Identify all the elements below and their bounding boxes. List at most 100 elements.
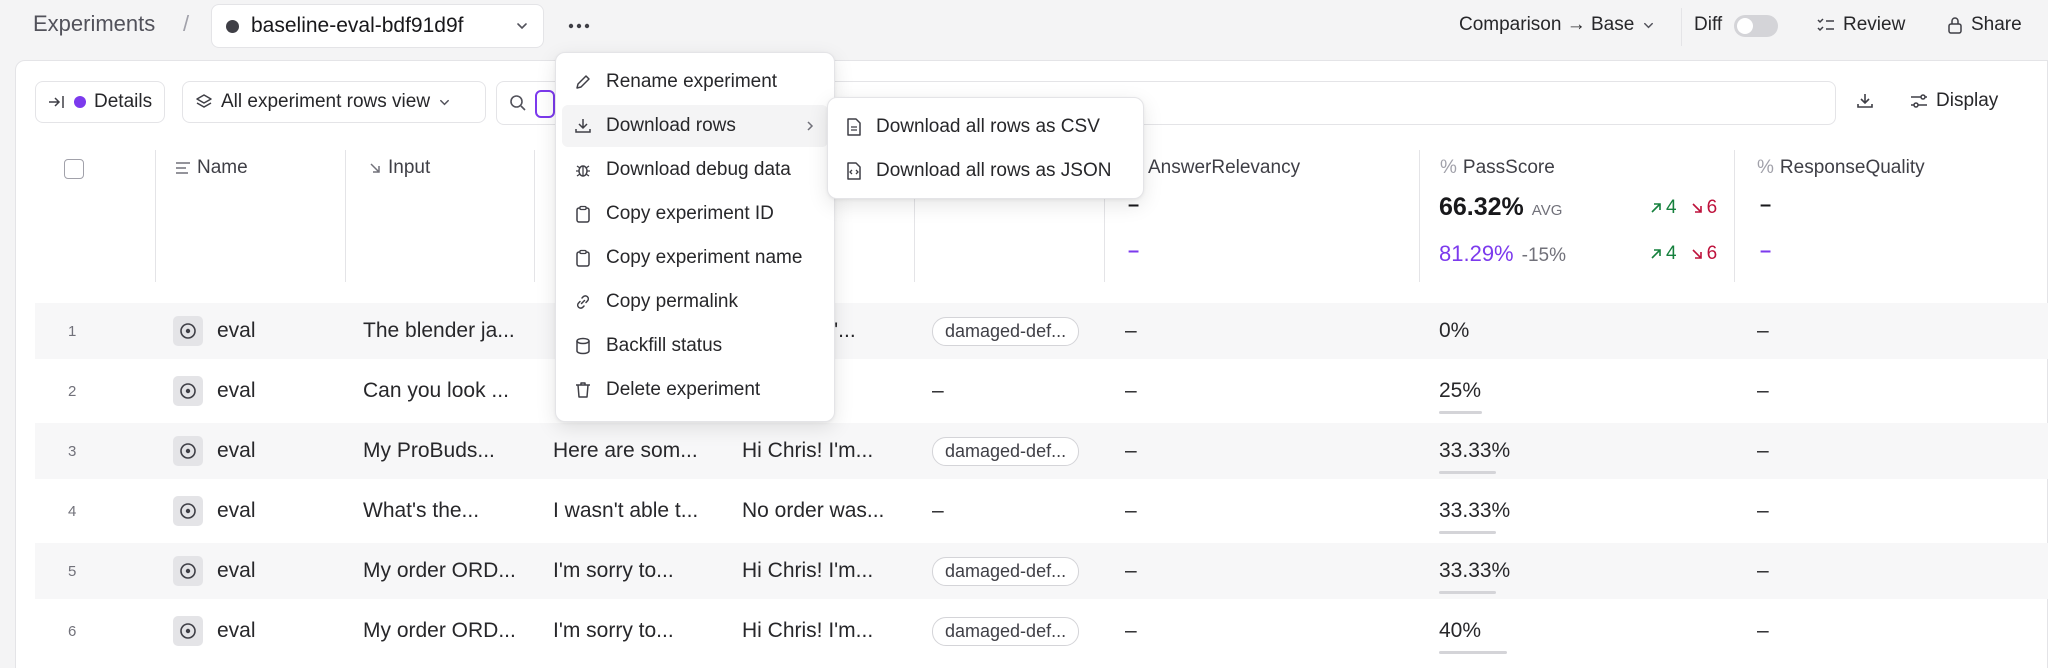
breadcrumb-experiments-link[interactable]: Experiments bbox=[33, 11, 155, 37]
menu-item-copy-permalink[interactable]: Copy permalink bbox=[562, 281, 828, 323]
table-row[interactable]: 4 What's the... I wasn't able t... No order… bbox=[35, 483, 2048, 539]
bug-icon bbox=[574, 161, 592, 179]
menu-item-label: Download all rows as CSV bbox=[876, 116, 1100, 137]
layers-icon bbox=[195, 93, 213, 111]
name-cell: eval bbox=[173, 483, 256, 539]
link-icon bbox=[574, 293, 592, 311]
tags-cell: damaged-def... bbox=[932, 543, 1080, 599]
menu-item-download-rows[interactable]: Download rows bbox=[562, 105, 828, 147]
comparison-selector[interactable]: Comparison → Base bbox=[1459, 14, 1655, 36]
database-icon bbox=[574, 337, 592, 355]
column-divider bbox=[345, 150, 346, 282]
answer-relevancy-cell: – bbox=[1125, 439, 1137, 462]
name-label: eval bbox=[217, 319, 256, 342]
output-cell: Hi Chris! I'm... bbox=[742, 439, 874, 462]
pass-score-compare-summary: 81.29% -15% bbox=[1439, 241, 1566, 267]
tags-cell: damaged-def... bbox=[932, 603, 1080, 659]
menu-item-copy-id[interactable]: Copy experiment ID bbox=[562, 193, 828, 235]
response-quality-cell: – bbox=[1757, 559, 1769, 582]
input-cell: Can you look ... bbox=[363, 379, 509, 402]
lock-icon bbox=[1947, 16, 1963, 34]
column-header-name[interactable]: Name bbox=[175, 157, 248, 179]
download-icon[interactable] bbox=[1856, 92, 1874, 110]
table-row[interactable]: 6 My order ORD... I'm sorry to... Hi Chris!… bbox=[35, 603, 2048, 659]
input-cell: My order ORD... bbox=[363, 619, 516, 642]
answer-relevancy-compare-summary: – bbox=[1128, 240, 1140, 262]
experiment-selector[interactable]: baseline-eval-bdf91d9f bbox=[211, 4, 544, 48]
table-row[interactable]: 2Can you look ......, but I...–25%–eval– bbox=[35, 363, 2048, 419]
improvements-count: 4 bbox=[1666, 197, 1677, 218]
menu-item-label: Copy permalink bbox=[606, 291, 738, 312]
column-divider bbox=[534, 150, 535, 282]
experiment-color-dot bbox=[74, 96, 86, 108]
view-selector[interactable]: All experiment rows view bbox=[182, 81, 486, 123]
response-quality-cell: – bbox=[1757, 379, 1769, 402]
review-button[interactable]: Review bbox=[1817, 14, 1905, 36]
name-cell: eval bbox=[173, 423, 256, 479]
column-header-answer-relevancy-label: AnswerRelevancy bbox=[1148, 157, 1301, 178]
clipboard-icon bbox=[574, 205, 592, 223]
pass-score-base-value: 66.32% bbox=[1439, 193, 1524, 221]
empty-value: – bbox=[932, 379, 944, 402]
checklist-icon bbox=[1817, 17, 1835, 33]
menu-item-download-debug[interactable]: Download debug data bbox=[562, 149, 828, 191]
menu-item-download-json[interactable]: Download all rows as JSON bbox=[834, 150, 1137, 192]
column-header-name-label: Name bbox=[197, 157, 248, 178]
tags-cell: – bbox=[932, 363, 944, 419]
menu-item-copy-name[interactable]: Copy experiment name bbox=[562, 237, 828, 279]
download-icon bbox=[574, 117, 592, 135]
menu-item-delete[interactable]: Delete experiment bbox=[562, 369, 828, 411]
comparison-label: Comparison → Base bbox=[1459, 14, 1635, 35]
expected-cell: I'm sorry to... bbox=[553, 619, 674, 642]
name-cell: eval bbox=[173, 543, 256, 599]
table-row[interactable]: 5 My order ORD... I'm sorry to... Hi Chris!… bbox=[35, 543, 2048, 599]
column-header-pass-score[interactable]: % PassScore bbox=[1440, 157, 1555, 179]
response-quality-cell: – bbox=[1757, 319, 1769, 342]
share-button[interactable]: Share bbox=[1947, 14, 2022, 36]
column-header-answer-relevancy[interactable]: AnswerRelevancy bbox=[1148, 157, 1300, 179]
column-header-response-quality[interactable]: % ResponseQuality bbox=[1757, 157, 1925, 179]
more-options-button[interactable] bbox=[563, 10, 595, 42]
row-number: 4 bbox=[68, 502, 77, 520]
expected-cell: I wasn't able t... bbox=[553, 499, 699, 522]
regressions-count: 6 bbox=[1706, 197, 1718, 218]
menu-item-label: Download debug data bbox=[606, 159, 791, 180]
display-button[interactable]: Display bbox=[1910, 90, 1998, 112]
column-header-input[interactable]: Input bbox=[368, 157, 430, 179]
arrow-up-right-icon bbox=[1650, 248, 1662, 260]
tags-cell: damaged-def... bbox=[932, 423, 1080, 479]
empty-value: – bbox=[932, 499, 944, 522]
name-cell: eval bbox=[173, 303, 256, 359]
chevron-down-icon bbox=[515, 19, 529, 33]
pass-score-bar bbox=[1439, 471, 1496, 474]
chevron-down-icon bbox=[1642, 19, 1655, 32]
select-all-checkbox[interactable] bbox=[64, 159, 84, 179]
divider bbox=[1681, 8, 1682, 46]
answer-relevancy-cell: – bbox=[1125, 319, 1137, 342]
percent-icon: % bbox=[1757, 157, 1774, 178]
name-label: eval bbox=[217, 559, 256, 582]
menu-item-label: Rename experiment bbox=[606, 71, 778, 92]
arrow-down-right-icon bbox=[1691, 248, 1703, 260]
column-divider bbox=[1734, 150, 1735, 282]
column-header-input-label: Input bbox=[388, 157, 431, 178]
diff-label: Diff bbox=[1694, 14, 1723, 35]
tag-badge: damaged-def... bbox=[932, 616, 1080, 646]
filter-chip[interactable] bbox=[535, 90, 555, 118]
menu-item-backfill-status[interactable]: Backfill status bbox=[562, 325, 828, 367]
table-row[interactable]: 3 My ProBuds... Here are som... Hi Chris! I… bbox=[35, 423, 2048, 479]
chevron-right-icon bbox=[804, 119, 816, 133]
column-header-pass-score-label: PassScore bbox=[1462, 157, 1555, 178]
file-icon bbox=[846, 118, 862, 136]
arrow-down-right-icon bbox=[1691, 202, 1703, 214]
pass-score-delta: -15% bbox=[1521, 245, 1566, 266]
response-quality-base-summary: – bbox=[1760, 194, 1772, 216]
menu-item-download-csv[interactable]: Download all rows as CSV bbox=[834, 106, 1137, 148]
menu-item-rename[interactable]: Rename experiment bbox=[562, 61, 828, 103]
table-row[interactable]: 1The blender ja...Hi Chris! I'...–0%–eva… bbox=[35, 303, 2048, 359]
details-button[interactable]: Details bbox=[35, 81, 166, 123]
trash-icon bbox=[574, 381, 592, 399]
diff-toggle[interactable] bbox=[1734, 15, 1778, 37]
answer-relevancy-cell: – bbox=[1125, 499, 1137, 522]
row-number: 1 bbox=[68, 322, 77, 340]
